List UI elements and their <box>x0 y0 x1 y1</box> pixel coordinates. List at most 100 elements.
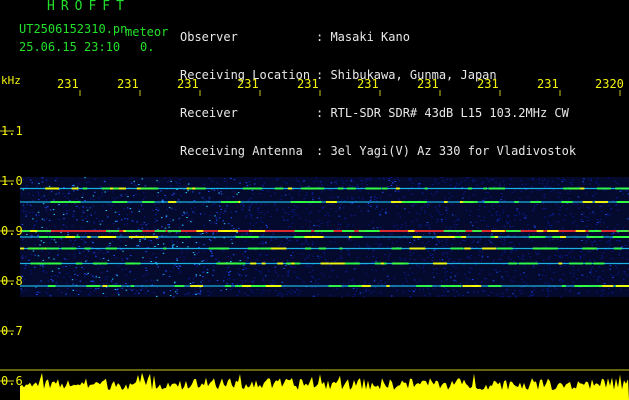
noise-speckle <box>298 194 300 196</box>
noise-speckle <box>94 283 96 285</box>
noise-speckle <box>372 291 375 293</box>
noise-speckle <box>599 218 602 220</box>
noise-speckle <box>572 269 575 271</box>
noise-speckle <box>473 240 476 242</box>
noise-speckle <box>561 256 563 258</box>
noise-speckle <box>173 192 175 194</box>
noise-speckle <box>45 207 47 209</box>
noise-speckle <box>519 197 521 199</box>
noise-speckle <box>375 270 377 272</box>
noise-speckle <box>492 227 494 229</box>
carrier-segment <box>507 230 521 232</box>
noise-speckle <box>373 280 376 282</box>
noise-speckle <box>353 283 355 285</box>
noise-speckle <box>471 241 473 243</box>
noise-speckle <box>547 293 550 295</box>
noise-speckle <box>379 245 382 247</box>
noise-speckle <box>518 211 521 213</box>
noise-speckle <box>499 185 501 186</box>
noise-speckle <box>504 250 506 252</box>
noise-speckle <box>107 190 109 192</box>
noise-speckle <box>194 213 196 214</box>
carrier-segment <box>346 187 356 190</box>
noise-speckle <box>43 242 45 243</box>
file-name: UT2506152310.pn <box>19 22 128 36</box>
noise-speckle <box>493 269 496 271</box>
noise-speckle <box>577 293 579 295</box>
noise-speckle <box>38 214 40 216</box>
noise-speckle <box>406 238 409 240</box>
noise-speckle <box>323 253 326 255</box>
noise-speckle <box>508 241 511 243</box>
noise-speckle <box>271 283 273 285</box>
noise-speckle <box>186 217 188 218</box>
app-logo: HROFFT <box>47 0 130 14</box>
noise-speckle <box>176 258 178 260</box>
noise-speckle <box>451 204 453 206</box>
noise-speckle <box>26 210 28 212</box>
noise-speckle <box>278 245 280 247</box>
carrier-segment <box>102 236 111 238</box>
noise-speckle <box>118 294 120 296</box>
noise-speckle <box>441 220 443 222</box>
noise-speckle <box>203 260 205 262</box>
noise-speckle <box>184 213 186 215</box>
noise-speckle <box>589 271 591 273</box>
noise-speckle <box>88 221 91 223</box>
noise-speckle <box>185 185 188 187</box>
noise-speckle <box>309 203 311 205</box>
noise-speckle <box>514 189 516 191</box>
noise-speckle <box>500 199 502 201</box>
noise-speckle <box>377 244 380 246</box>
noise-speckle <box>421 242 424 244</box>
noise-speckle <box>472 225 474 227</box>
noise-speckle <box>215 222 218 224</box>
noise-speckle <box>478 254 480 256</box>
noise-speckle <box>45 210 48 212</box>
noise-speckle <box>470 221 472 223</box>
noise-speckle <box>571 222 574 224</box>
noise-speckle <box>401 224 403 226</box>
noise-speckle <box>458 294 460 296</box>
noise-speckle <box>164 195 166 196</box>
noise-speckle <box>292 189 294 191</box>
noise-speckle <box>54 275 56 277</box>
noise-speckle <box>324 215 327 216</box>
noise-speckle <box>177 232 180 234</box>
noise-speckle <box>477 227 479 229</box>
noise-speckle <box>432 257 434 258</box>
noise-speckle <box>98 276 101 278</box>
noise-speckle <box>172 288 175 290</box>
carrier-segment <box>224 285 232 287</box>
noise-speckle <box>568 252 571 254</box>
noise-speckle <box>442 254 444 256</box>
noise-speckle <box>134 279 136 280</box>
noise-speckle <box>355 290 357 292</box>
noise-speckle <box>389 194 391 196</box>
noise-speckle <box>105 287 108 289</box>
noise-speckle <box>601 289 603 291</box>
noise-speckle <box>66 282 68 284</box>
noise-speckle <box>533 265 535 267</box>
noise-speckle <box>195 293 197 295</box>
noise-speckle <box>591 241 594 243</box>
noise-speckle <box>342 186 344 188</box>
noise-speckle <box>261 292 264 294</box>
noise-speckle <box>427 203 429 205</box>
noise-speckle <box>263 182 266 184</box>
noise-speckle <box>441 240 443 242</box>
noise-speckle <box>475 264 477 266</box>
noise-speckle <box>215 218 217 220</box>
noise-speckle <box>582 203 584 205</box>
noise-speckle <box>566 255 568 256</box>
noise-speckle <box>403 272 405 273</box>
noise-speckle <box>610 274 612 276</box>
noise-speckle <box>22 179 25 181</box>
noise-speckle <box>178 265 181 267</box>
noise-speckle <box>194 254 196 256</box>
noise-speckle <box>515 210 518 212</box>
noise-speckle <box>417 224 420 226</box>
noise-speckle <box>590 268 593 270</box>
noise-speckle <box>352 197 355 199</box>
noise-speckle <box>212 204 214 206</box>
